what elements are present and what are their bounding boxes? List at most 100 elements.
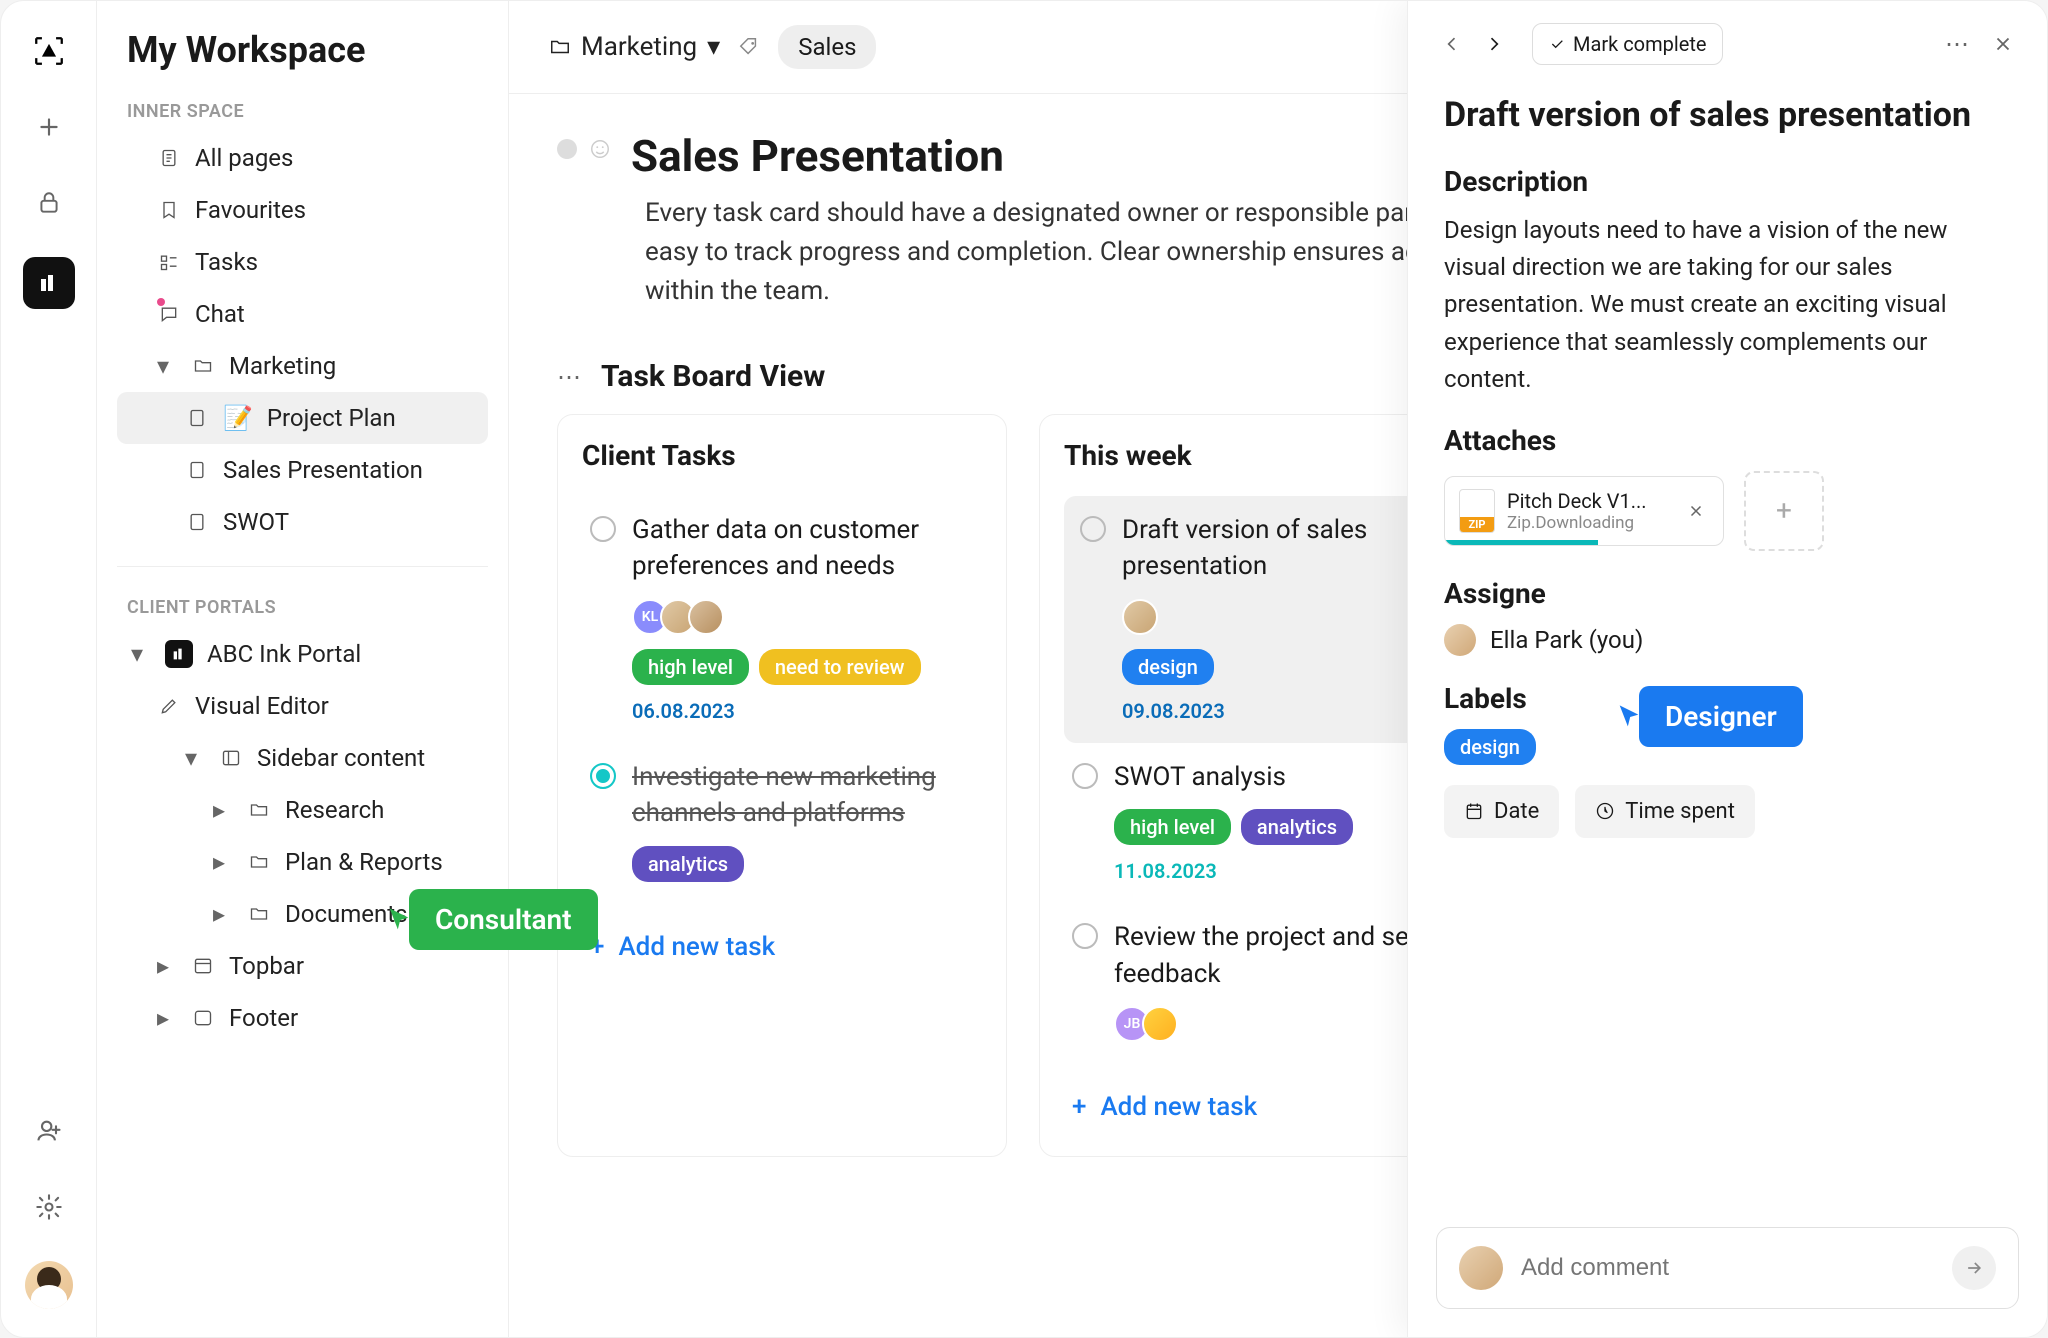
chevron-right-icon: ▸: [213, 900, 233, 928]
mark-complete-button[interactable]: Mark complete: [1532, 23, 1723, 65]
status-dot-icon[interactable]: [557, 139, 577, 159]
pencil-icon: [157, 694, 181, 718]
divider: [117, 566, 488, 567]
nav-marketing[interactable]: ▾ Marketing: [117, 340, 488, 392]
add-task-button[interactable]: +Add new task: [1064, 1082, 1464, 1132]
time-spent-chip[interactable]: Time spent: [1575, 785, 1755, 838]
avatar: [1122, 599, 1158, 635]
add-task-button[interactable]: +Add new task: [582, 922, 982, 972]
assignee-row[interactable]: Ella Park (you): [1444, 624, 2011, 656]
nav-chat[interactable]: Chat: [117, 288, 488, 340]
task-card[interactable]: Investigate new marketing channels and p…: [582, 743, 982, 902]
task-checkbox[interactable]: [1072, 763, 1098, 789]
task-card[interactable]: Gather data on customer preferences and …: [582, 496, 982, 743]
nav-swot[interactable]: SWOT: [117, 496, 488, 548]
section-inner-space: INNER SPACE: [117, 89, 488, 132]
task-detail-panel: Mark complete ⋯ Draft version of sales p…: [1407, 1, 2047, 1337]
attaches-label: Attaches: [1444, 424, 2011, 457]
task-chips: analytics: [632, 846, 974, 882]
nav-label: Marketing: [229, 352, 336, 380]
task-card[interactable]: SWOT analysis high level analytics 11.08.20…: [1064, 743, 1464, 903]
next-arrow-icon[interactable]: [1484, 34, 1504, 54]
avatar: [688, 599, 724, 635]
task-chips: high levelneed to review: [632, 649, 974, 685]
task-detail-title: Draft version of sales presentation: [1444, 95, 2011, 135]
clock-icon: [1595, 801, 1615, 821]
lock-icon[interactable]: [27, 181, 71, 225]
breadcrumb-folder[interactable]: Marketing ▾: [549, 32, 720, 62]
attachment-name: Pitch Deck V1...: [1507, 489, 1671, 513]
comment-avatar: [1459, 1246, 1503, 1290]
notification-dot-icon: [157, 298, 165, 306]
assignee-label: Assigne: [1444, 577, 2011, 610]
task-title: SWOT analysis: [1114, 759, 1286, 795]
task-card[interactable]: Draft version of sales presentationdesig…: [1064, 496, 1464, 743]
add-task-label: Add new task: [1100, 1092, 1257, 1122]
time-chip-label: Time spent: [1625, 799, 1735, 824]
task-checkbox[interactable]: [590, 516, 616, 542]
task-title: Investigate new marketing channels and p…: [632, 759, 974, 832]
chevron-down-icon: ▾: [131, 640, 151, 668]
date-chip-label: Date: [1494, 799, 1539, 824]
nav-abc-portal[interactable]: ▾ ABC Ink Portal: [117, 628, 488, 680]
more-icon[interactable]: ⋯: [1945, 30, 1971, 58]
task-card[interactable]: Review the project and seek feedbackJB: [1064, 903, 1464, 1062]
cursor-label: Consultant: [409, 889, 598, 950]
nav-label: SWOT: [223, 508, 289, 536]
page-icon: [185, 458, 209, 482]
comment-input[interactable]: [1521, 1254, 1934, 1282]
check-icon: [1549, 36, 1565, 52]
app-logo-icon[interactable]: [27, 29, 71, 73]
prev-arrow-icon[interactable]: [1436, 28, 1468, 60]
nav-research[interactable]: ▸ Research: [117, 784, 488, 836]
chevron-down-icon: ▾: [157, 352, 177, 380]
nav-tasks[interactable]: Tasks: [117, 236, 488, 288]
chip: high level: [1114, 809, 1231, 845]
nav-favourites[interactable]: Favourites: [117, 184, 488, 236]
folder-icon: [247, 850, 271, 874]
task-date: 09.08.2023: [1122, 699, 1448, 723]
date-chip[interactable]: Date: [1444, 785, 1559, 838]
attachment-card[interactable]: ZIP Pitch Deck V1... Zip.Downloading: [1444, 476, 1724, 546]
footer-icon: [191, 1006, 215, 1030]
close-icon[interactable]: [1987, 28, 2019, 60]
nav-label: Plan & Reports: [285, 848, 443, 876]
folder-icon: [247, 798, 271, 822]
task-description: Design layouts need to have a vision of …: [1444, 212, 2011, 398]
task-checkbox[interactable]: [590, 763, 616, 789]
more-icon[interactable]: ⋯: [557, 363, 583, 391]
task-title: Review the project and seek feedback: [1114, 919, 1456, 992]
nav-label: Sales Presentation: [223, 456, 423, 484]
nav-project-plan[interactable]: 📝 Project Plan: [117, 392, 488, 444]
workspace-icon[interactable]: [23, 257, 75, 309]
attachment-status: Zip.Downloading: [1507, 513, 1671, 533]
breadcrumb-label: Marketing: [581, 32, 697, 62]
invite-user-icon[interactable]: [27, 1109, 71, 1153]
label-chip[interactable]: design: [1444, 729, 1536, 765]
tag-icon[interactable]: [738, 36, 760, 58]
nav-sidebar-content[interactable]: ▾ Sidebar content: [117, 732, 488, 784]
add-icon[interactable]: [27, 105, 71, 149]
add-task-label: Add new task: [618, 932, 775, 962]
emoji-picker-icon[interactable]: [589, 138, 611, 160]
nav-label: Project Plan: [267, 404, 396, 432]
task-avatars: [1122, 599, 1448, 635]
task-checkbox[interactable]: [1080, 516, 1106, 542]
chip: high level: [632, 649, 749, 685]
remove-attachment-icon[interactable]: [1683, 498, 1709, 524]
nav-all-pages[interactable]: All pages: [117, 132, 488, 184]
task-checkbox[interactable]: [1072, 923, 1098, 949]
nav-label: All pages: [195, 144, 293, 172]
task-date: 11.08.2023: [1114, 859, 1456, 883]
send-comment-button[interactable]: [1952, 1246, 1996, 1290]
nav-visual-editor[interactable]: Visual Editor: [117, 680, 488, 732]
breadcrumb-tag[interactable]: Sales: [778, 25, 876, 69]
user-avatar[interactable]: [25, 1261, 73, 1309]
chip: analytics: [1241, 809, 1353, 845]
nav-plan-reports[interactable]: ▸ Plan & Reports: [117, 836, 488, 888]
settings-icon[interactable]: [27, 1185, 71, 1229]
add-attachment-button[interactable]: +: [1744, 471, 1824, 551]
nav-footer[interactable]: ▸ Footer: [117, 992, 488, 1044]
nav-sales-presentation[interactable]: Sales Presentation: [117, 444, 488, 496]
column-title: Client Tasks: [582, 439, 982, 472]
